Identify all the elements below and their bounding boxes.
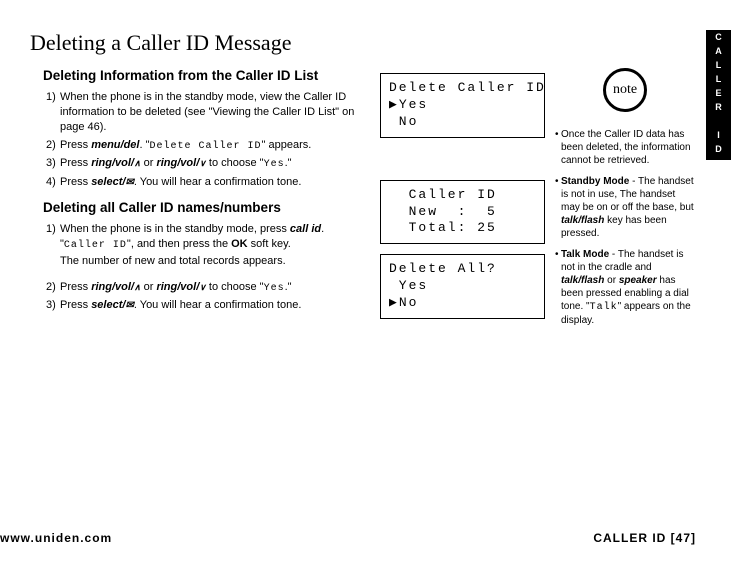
step-text-post: ." <box>285 157 292 169</box>
step-or: or <box>141 281 157 293</box>
step-mono: Yes <box>264 283 285 294</box>
footer-page: CALLER ID [47] <box>593 531 696 545</box>
step-ok: OK <box>231 238 248 250</box>
step-text-pre: Press <box>60 299 91 311</box>
step-1-4: 4) Press select/. You will hear a confir… <box>46 175 370 190</box>
step-number: 3) <box>46 298 56 313</box>
step-list-2: 1) When the phone is in the standby mode… <box>46 222 370 314</box>
envelope-icon <box>125 176 133 188</box>
step-text-mid: to choose " <box>206 157 264 169</box>
note-key: talk/flash <box>561 275 604 286</box>
step-key: menu/del <box>91 139 139 151</box>
step-number: 4) <box>46 175 56 190</box>
step-text-post: soft key. <box>248 238 291 250</box>
note-text: Once the Caller ID data has been deleted… <box>561 129 691 166</box>
notes-column: note Once the Caller ID data has been de… <box>555 68 695 335</box>
step-key: ring/vol/ <box>91 157 140 169</box>
step-number: 3) <box>46 156 56 171</box>
step-key: ring/vol/ <box>91 281 140 293</box>
step-number: 2) <box>46 138 56 153</box>
content-body: Deleting Information from the Caller ID … <box>30 68 731 335</box>
step-key: select/ <box>91 299 134 311</box>
note-key: talk/flash <box>561 215 604 226</box>
note-key: speaker <box>619 275 657 286</box>
step-mono: Caller ID <box>64 240 127 251</box>
note-item-3: Talk Mode - The handset is not in the cr… <box>555 248 695 327</box>
note-mono: Talk <box>590 302 618 313</box>
step-key: call id <box>290 223 321 235</box>
step-2-3: 3) Press select/. You will hear a confir… <box>46 298 370 313</box>
step-text-mid2: ", and then press the <box>127 238 231 250</box>
arrow-up-icon <box>134 157 141 169</box>
step-key: ring/vol/ <box>156 157 205 169</box>
step-continuation: The number of new and total records appe… <box>46 254 370 269</box>
step-text-pre: Press <box>60 281 91 293</box>
step-key: ring/vol/ <box>156 281 205 293</box>
arrow-up-icon <box>134 281 141 293</box>
step-text-pre: Press <box>60 176 91 188</box>
arrow-down-icon <box>199 157 206 169</box>
step-key: select/ <box>91 176 134 188</box>
step-number: 1) <box>46 222 56 237</box>
step-text-post: . You will hear a confirmation tone. <box>134 299 302 311</box>
step-text: When the phone is in the standby mode, v… <box>60 91 354 133</box>
lcd-column: Delete Caller ID ▶Yes No Caller ID New :… <box>380 68 545 335</box>
lcd-display-2: Caller ID New : 5 Total: 25 <box>380 180 545 245</box>
step-text-pre: Press <box>60 157 91 169</box>
note-list: Once the Caller ID data has been deleted… <box>555 128 695 327</box>
step-text-mid: to choose " <box>206 281 264 293</box>
section-heading-1: Deleting Information from the Caller ID … <box>43 68 370 84</box>
step-number: 2) <box>46 280 56 295</box>
step-text-post: . You will hear a confirmation tone. <box>134 176 302 188</box>
step-mono: Yes <box>264 159 285 170</box>
note-or: or <box>604 275 618 286</box>
step-1-1: 1) When the phone is in the standby mode… <box>46 90 370 135</box>
step-mono: Delete Caller ID <box>150 141 262 152</box>
step-text-mid: . " <box>139 139 149 151</box>
step-1-3: 3) Press ring/vol/ or ring/vol/ to choos… <box>46 156 370 172</box>
step-number: 1) <box>46 90 56 105</box>
note-bold: Talk Mode <box>561 249 609 260</box>
section-tab: CALLER ID <box>706 30 731 160</box>
step-2-1: 1) When the phone is in the standby mode… <box>46 222 370 252</box>
step-2-2: 2) Press ring/vol/ or ring/vol/ to choos… <box>46 280 370 296</box>
step-text-post: " appears. <box>262 139 312 151</box>
step-1-2: 2) Press menu/del. "Delete Caller ID" ap… <box>46 138 370 154</box>
page-title: Deleting a Caller ID Message <box>30 30 731 56</box>
note-icon: note <box>603 68 647 112</box>
instructions-column: Deleting Information from the Caller ID … <box>30 68 370 335</box>
note-item-1: Once the Caller ID data has been deleted… <box>555 128 695 167</box>
footer: www.uniden.com CALLER ID [47] <box>0 531 696 545</box>
footer-url: www.uniden.com <box>0 531 112 545</box>
note-item-2: Standby Mode - The handset is not in use… <box>555 175 695 240</box>
step-or: or <box>141 157 157 169</box>
note-bold: Standby Mode <box>561 176 629 187</box>
arrow-down-icon <box>199 281 206 293</box>
lcd-display-3: Delete All? Yes ▶No <box>380 254 545 319</box>
step-list-1: 1) When the phone is in the standby mode… <box>46 90 370 189</box>
envelope-icon <box>125 299 133 311</box>
step-text-post: ." <box>285 281 292 293</box>
lcd-display-1: Delete Caller ID ▶Yes No <box>380 73 545 138</box>
section-tab-label: CALLER ID <box>714 32 724 158</box>
step-text-pre: When the phone is in the standby mode, p… <box>60 223 290 235</box>
step-text-pre: Press <box>60 139 91 151</box>
note-label: note <box>613 82 637 98</box>
section-heading-2: Deleting all Caller ID names/numbers <box>43 200 370 216</box>
